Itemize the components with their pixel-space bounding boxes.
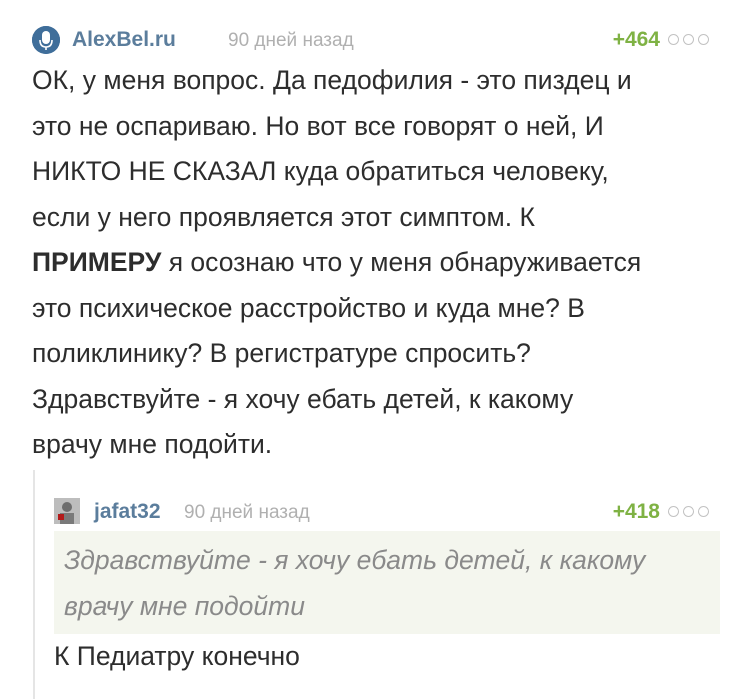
more-dots-icon[interactable]	[668, 506, 722, 520]
comment-rating: +464	[612, 28, 660, 51]
reply-rating: +418	[612, 500, 660, 523]
comment-line: если у него проявляется этот симптом. К	[32, 201, 535, 232]
reply-author[interactable]: jafat32	[94, 500, 161, 524]
comment-line: ПРИМЕРУ я осознаю что у меня обнаруживае…	[32, 240, 722, 286]
comment-time[interactable]: 90 дней назад	[228, 30, 354, 52]
reply-text: К Педиатру конечно	[54, 641, 300, 671]
quote-line: врачу мне подойти	[64, 591, 305, 621]
user-avatar-icon[interactable]	[54, 498, 80, 524]
comment-line: это не оспариваю. Но вот все говорят о н…	[32, 110, 604, 141]
dot-icon	[683, 506, 694, 517]
comment-line: ОК, у меня вопрос. Да педофилия - это пи…	[32, 65, 632, 95]
reply-quote: Здравствуйте - я хочу ебать детей, к как…	[54, 531, 720, 634]
comment-line: это психическое расстройство и куда мне?…	[32, 292, 585, 323]
comment-line: НИКТО НЕ СКАЗАЛ куда обратиться человеку…	[32, 156, 609, 186]
dot-icon	[698, 34, 709, 45]
thread-line[interactable]	[33, 470, 35, 699]
comment-line-rest: я осознаю что у меня обнаруживается	[161, 247, 642, 277]
comment-body: ОК, у меня вопрос. Да педофилия - это пи…	[32, 58, 722, 468]
reply-header: jafat32 90 дней назад +418	[54, 498, 722, 528]
more-dots-icon[interactable]	[668, 34, 722, 48]
reply-time[interactable]: 90 дней назад	[184, 502, 310, 524]
dot-icon	[683, 34, 694, 45]
dot-icon	[698, 506, 709, 517]
comment-line: поликлинику? В регистратуре спросить?	[32, 338, 531, 368]
dot-icon	[668, 34, 679, 45]
quote-line: Здравствуйте - я хочу ебать детей, к как…	[64, 545, 646, 575]
comment-header: AlexBel.ru 90 дней назад +464	[32, 26, 722, 56]
dot-icon	[668, 506, 679, 517]
comment-author[interactable]: AlexBel.ru	[72, 28, 176, 52]
comment-line: Здравствуйте - я хочу ебать детей, к как…	[32, 383, 574, 414]
comment-line: врачу мне подойти.	[32, 429, 273, 459]
microphone-avatar-icon[interactable]	[32, 26, 60, 54]
bold-word: ПРИМЕРУ	[32, 247, 162, 277]
